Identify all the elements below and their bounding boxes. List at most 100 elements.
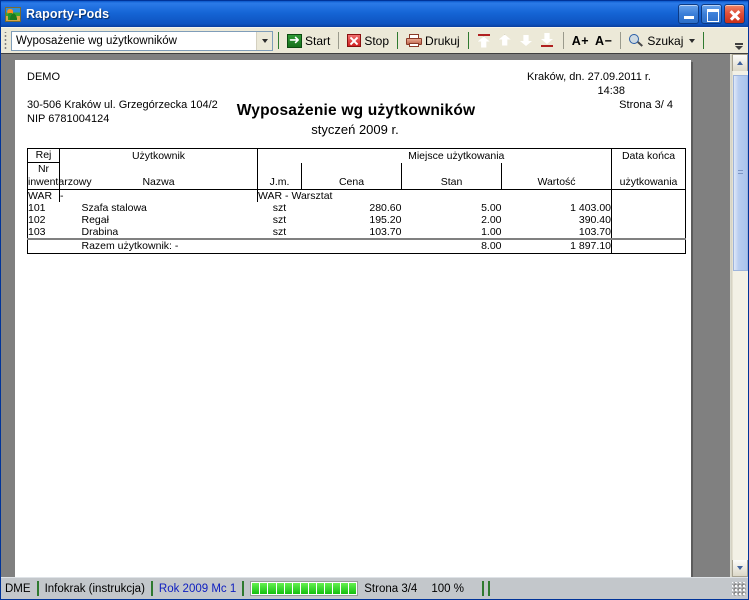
th-spacer-1 <box>257 148 302 163</box>
cell-jm: szt <box>272 226 287 238</box>
report-meta-block: Kraków, dn. 27.09.2011 r. 14:38 <box>527 70 651 98</box>
table-row: 102 Regał szt 195.20 2.00 390.40 <box>28 214 686 226</box>
cell-wartosc: 390.40 <box>578 214 611 226</box>
status-separator <box>242 581 245 596</box>
cell-nr: 101 <box>28 202 46 214</box>
th-data-konca: Data końca <box>611 148 686 163</box>
printer-icon <box>406 34 423 47</box>
toolbar-separator <box>278 32 279 49</box>
find-button-label: Szukaj <box>647 33 684 48</box>
toolbar-separator <box>397 32 399 49</box>
font-decrease-button[interactable]: A− <box>592 30 615 52</box>
report-table: Rej Użytkownik Miejsce użytkowania Data … <box>27 148 686 254</box>
th-jm: J.m. <box>257 162 302 190</box>
vertical-scrollbar[interactable] <box>731 54 748 577</box>
cell-cena: 195.20 <box>369 214 402 226</box>
next-page-button[interactable] <box>516 30 537 52</box>
table-total-row: Razem użytkownik: - 8.00 1 897.10 <box>27 238 686 254</box>
last-page-button[interactable] <box>537 30 558 52</box>
th-stan: Stan <box>401 162 502 190</box>
report-select[interactable]: Wyposażenie wg użytkowników <box>11 30 273 51</box>
toolbar-separator <box>338 32 340 49</box>
th-cena: Cena <box>301 162 402 190</box>
scroll-up-button[interactable] <box>732 54 748 71</box>
group-spacer-2 <box>611 189 686 202</box>
th-miejsce-uzytkowania: Miejsce użytkowania <box>408 149 505 162</box>
window-titlebar: Raporty-Pods <box>1 1 748 27</box>
report-select-value: Wyposażenie wg użytkowników <box>16 34 177 47</box>
prev-page-button[interactable] <box>495 30 516 52</box>
scrollbar-thumb[interactable] <box>733 75 748 271</box>
th-wartosc: Wartość <box>501 162 612 190</box>
print-button[interactable]: Drukuj <box>403 30 463 52</box>
report-viewport[interactable]: DEMO 30-506 Kraków ul. Grzegórzecka 104/… <box>1 54 731 577</box>
scroll-down-button[interactable] <box>732 560 748 577</box>
progress-block <box>324 583 333 594</box>
toolbar-separator <box>703 32 705 49</box>
total-wartosc: 1 897.10 <box>501 238 612 254</box>
cell-nr: 103 <box>28 226 46 238</box>
cell-nazwa: Regał <box>81 214 109 226</box>
progress-block <box>308 583 316 594</box>
toolbar-overflow-button[interactable] <box>733 31 745 50</box>
total-data <box>611 238 686 254</box>
cell-stan: 5.00 <box>481 202 502 214</box>
scrollbar-track[interactable] <box>732 71 748 560</box>
minimize-button[interactable] <box>678 4 699 24</box>
app-icon <box>5 6 21 22</box>
status-separator <box>487 581 490 596</box>
progress-block <box>252 583 260 594</box>
chevron-down-icon[interactable] <box>689 38 696 43</box>
status-separator <box>150 581 153 596</box>
report-title: Wyposażenie wg użytkowników <box>236 102 476 119</box>
toolbar-grip-handle[interactable] <box>4 31 8 50</box>
client-area: DEMO 30-506 Kraków ul. Grzegórzecka 104/… <box>1 53 748 577</box>
table-header-row-2: Nr inwentarzowy Nazwa J.m. Cena Stan War… <box>27 162 686 190</box>
application-window: Raporty-Pods Wyposażenie wg użytkowników… <box>0 0 749 600</box>
total-stan: 8.00 <box>401 238 502 254</box>
total-cena <box>301 238 402 254</box>
toolbar-separator <box>467 32 469 49</box>
resize-grip[interactable] <box>732 581 746 596</box>
font-increase-label: A+ <box>571 33 590 48</box>
window-title: Raporty-Pods <box>26 7 110 21</box>
stop-button[interactable]: Stop <box>344 30 392 52</box>
status-separator <box>36 581 39 596</box>
table-header-row-1: Rej Użytkownik Miejsce użytkowania Data … <box>27 148 686 163</box>
status-company: Infokrak (instrukcja) <box>44 582 145 595</box>
cell-jm: szt <box>272 214 287 226</box>
report-page: DEMO 30-506 Kraków ul. Grzegórzecka 104/… <box>15 60 691 577</box>
group-place: WAR - Warsztat <box>257 189 502 202</box>
total-jm <box>257 238 302 254</box>
close-button[interactable] <box>724 4 745 24</box>
arrow-up-icon <box>498 33 513 49</box>
progress-block <box>300 583 308 594</box>
progress-block <box>292 583 300 594</box>
print-button-label: Drukuj <box>425 33 460 48</box>
arrow-down-to-line-icon <box>540 33 555 49</box>
toolbar-separator <box>562 32 564 49</box>
chevron-down-icon[interactable] <box>256 31 272 50</box>
font-increase-button[interactable]: A+ <box>569 30 592 52</box>
report-title-block: Wyposażenie wg użytkowników styczeń 2009… <box>27 102 679 137</box>
arrow-down-icon <box>519 33 534 49</box>
th-uzytkownik: Użytkownik <box>59 148 258 163</box>
progress-block <box>333 583 341 594</box>
start-button-label: Start <box>305 33 331 48</box>
progress-block <box>268 583 276 594</box>
cell-nazwa: Drabina <box>81 226 119 238</box>
maximize-button[interactable] <box>701 4 722 24</box>
first-page-button[interactable] <box>474 30 495 52</box>
play-arrow-icon <box>287 32 302 48</box>
th-nr-inwentarzowy: Nr inwentarzowy <box>27 162 92 190</box>
progress-block <box>260 583 268 594</box>
find-button[interactable]: Szukaj <box>626 30 698 52</box>
report-city-date: Kraków, dn. 27.09.2011 r. <box>527 71 651 83</box>
chevron-down-icon <box>737 566 743 570</box>
cell-data <box>611 214 686 226</box>
progress-bar <box>250 581 359 596</box>
cell-stan: 2.00 <box>481 214 502 226</box>
cell-cena: 103.70 <box>369 226 402 238</box>
start-button[interactable]: Start <box>284 30 333 52</box>
group-user: - <box>59 189 258 202</box>
